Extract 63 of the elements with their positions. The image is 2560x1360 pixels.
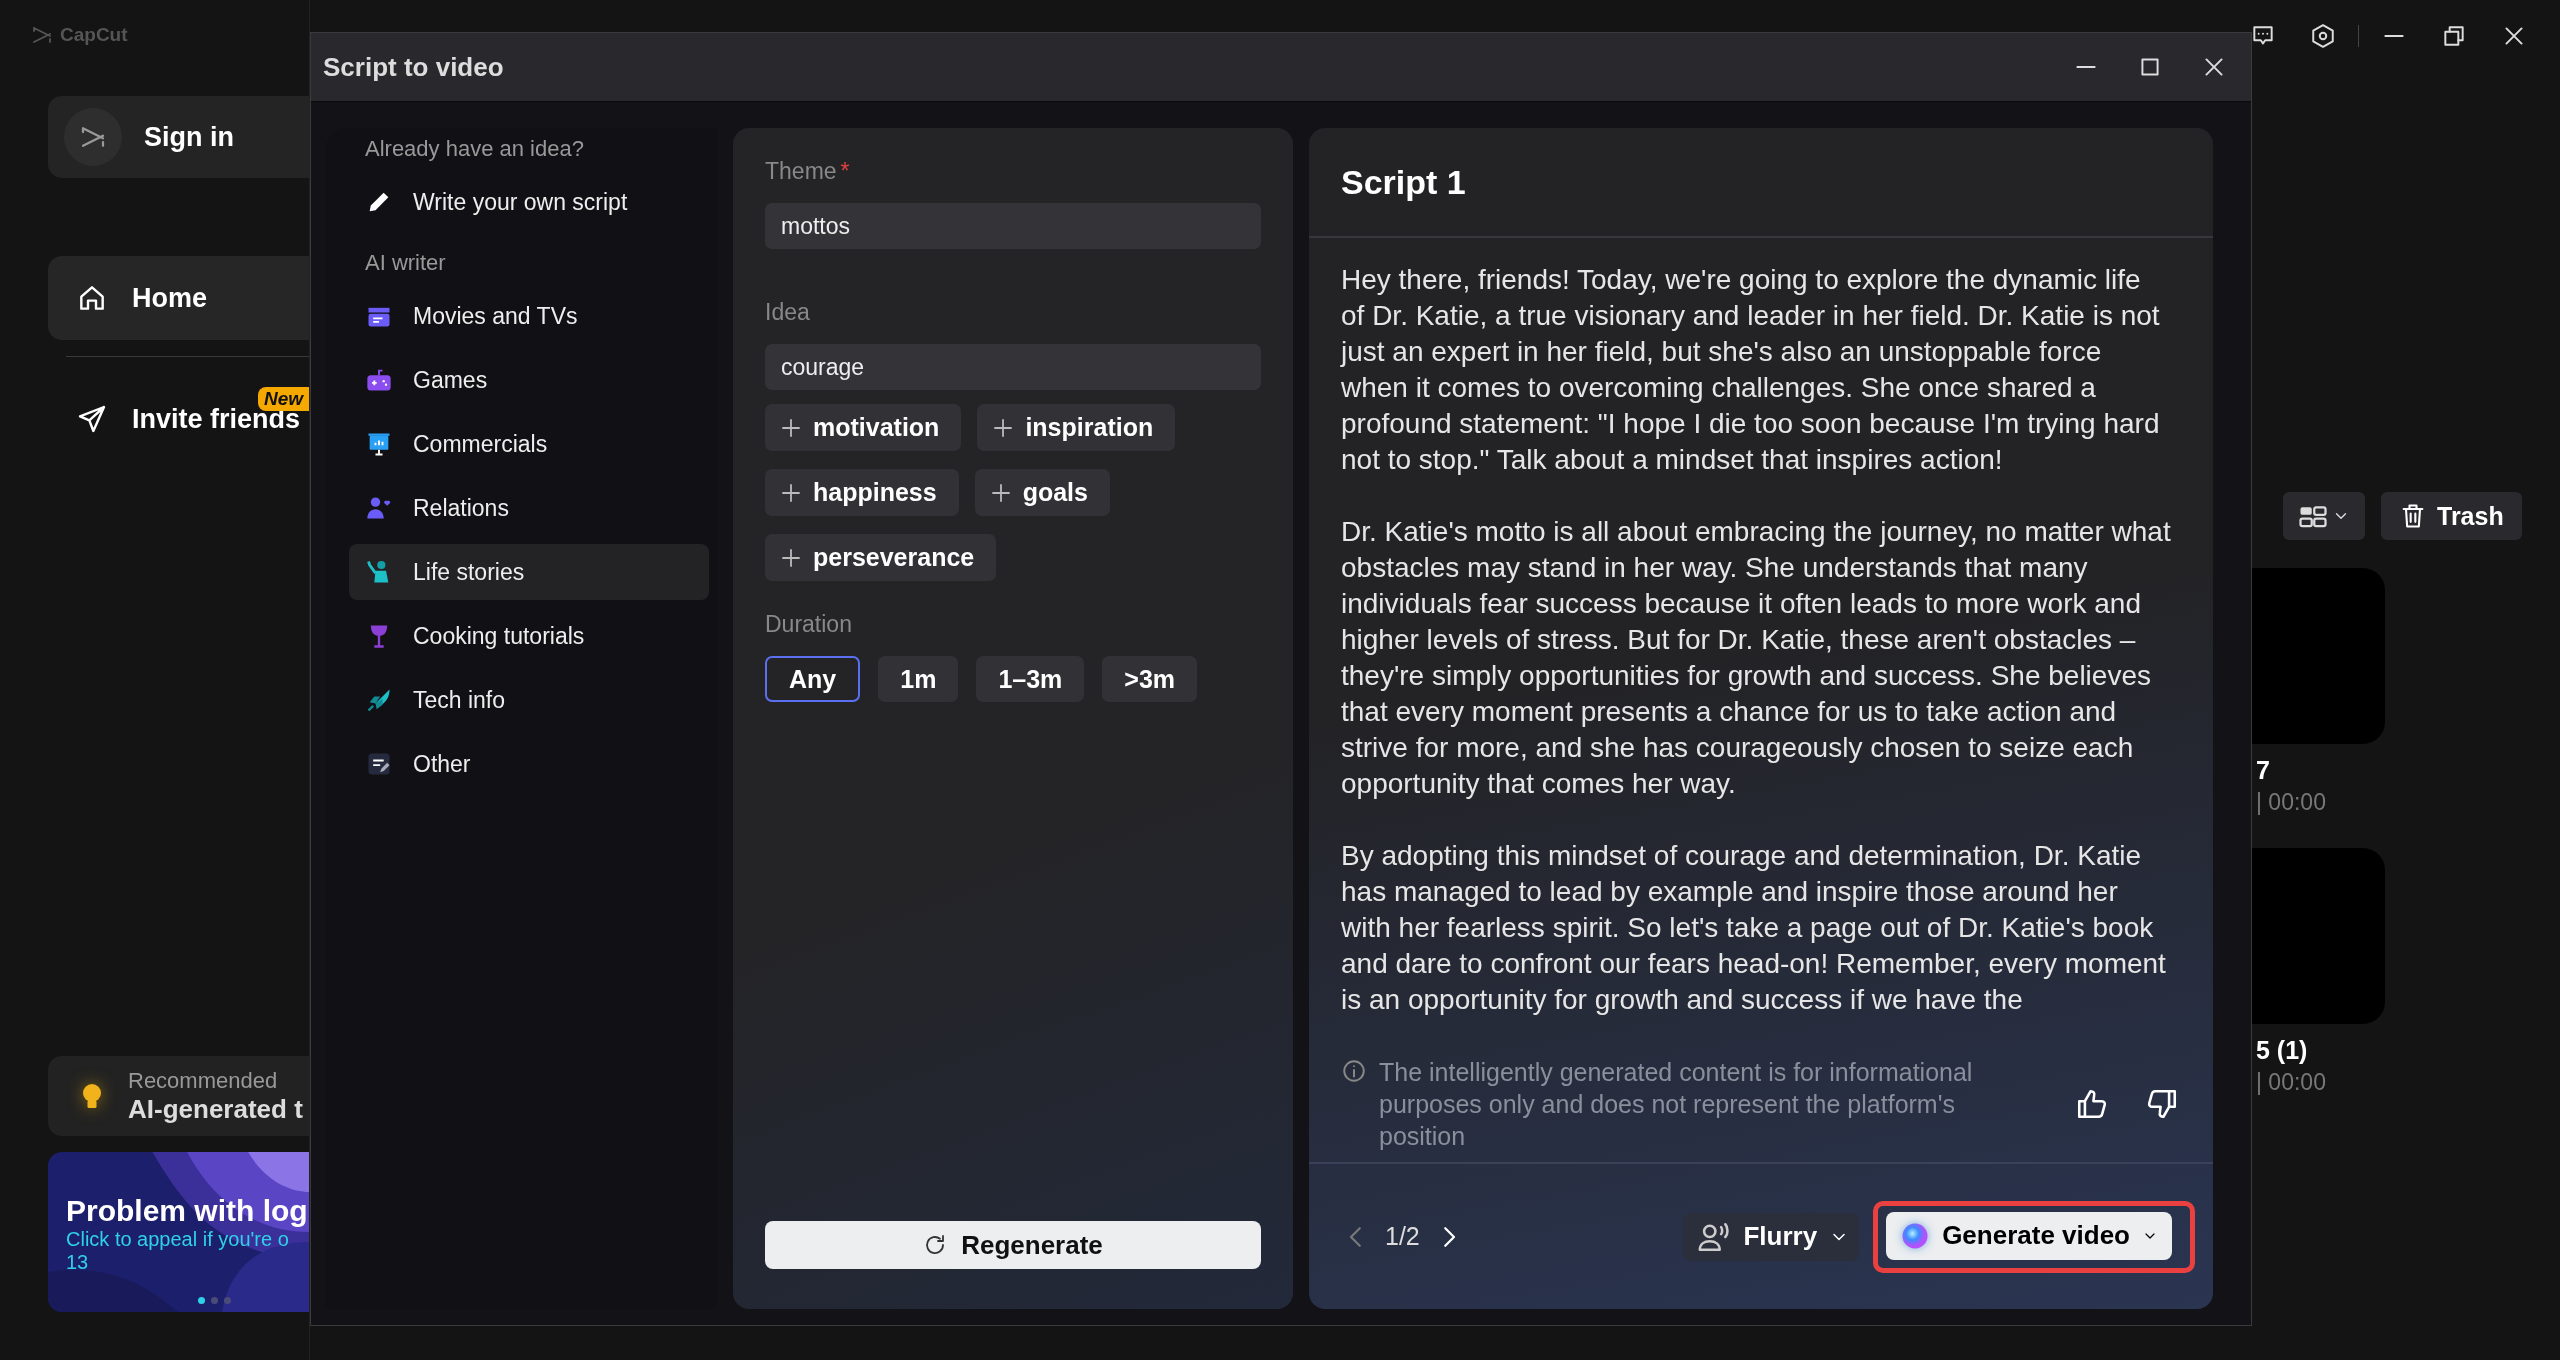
sidebar-item[interactable]: Cooking tutorials <box>349 608 709 664</box>
project-duration: | 00:00 <box>2255 789 2327 816</box>
logo-text: CapCut <box>60 24 128 46</box>
required-mark: * <box>840 158 850 185</box>
info-icon <box>1341 1058 1367 1084</box>
script-paragraph: By adopting this mindset of courage and determination, Dr. Katie has managed to lead by example and inspire those around her with her fearless spirit. So let's take a page out of Dr. Katie's book and dare to confront our fears head-on! Remember, every moment is an opportunity for growth and success if we have the <box>1341 839 2167 1017</box>
script-paragraph: Hey there, friends! Today, we're going to explore the dynamic life of Dr. Katie, a true visionary and leader in her field. Dr. Katie is not just an expert in her field, but she's also an unstoppable force when it comes to overcoming challenges. She once shared a profound statement: "I hope I die too soon because I'm trying hard not to stop." Talk about a mindset that inspires action! <box>1341 263 2161 477</box>
view-toggle-button[interactable] <box>2283 492 2365 540</box>
field-label: Duration <box>765 611 853 638</box>
field-label: Theme <box>765 158 837 185</box>
suggestion-chip[interactable]: inspiration <box>977 404 1176 451</box>
regenerate-button[interactable]: Regenerate <box>765 1221 1261 1269</box>
project-title: 5 (1) <box>2255 1036 2309 1065</box>
dialog-title: Script to video <box>323 51 504 83</box>
banner-text: 13 <box>66 1251 90 1274</box>
duration-option[interactable]: >3m <box>1102 656 1198 702</box>
section-heading: Already have an idea? <box>364 135 585 163</box>
theme-field[interactable]: mottos <box>765 203 1261 249</box>
page-counter: 1/2 <box>1385 1222 1420 1251</box>
sidebar-item[interactable]: Games <box>349 352 709 408</box>
sidebar-item[interactable]: Relations <box>349 480 709 536</box>
disclaimer-text: The intelligently generated content is for informational purposes only and does not represent the platform's position <box>1379 1057 1974 1152</box>
restore-icon[interactable] <box>2441 23 2467 49</box>
carousel-dots[interactable] <box>198 1297 231 1304</box>
paper-plane-icon <box>76 403 108 435</box>
script-paragraph: Dr. Katie's motto is all about embracing the journey, no matter what obstacles may stand in her way. She understands that many individuals fear success because it often leads to more work and higher levels of stress. But for Dr. Katie, these aren't obstacles – they're simply opportunities for growth and success. She believes that every moment presents a chance for us to take action and strive for more, and she has courageously chosen to seize each opportunity that comes her way. <box>1341 515 2171 801</box>
suggestion-chip[interactable]: happiness <box>765 469 959 516</box>
sidebar-item[interactable]: Tech info <box>349 672 709 728</box>
voice-button[interactable]: Flurry <box>1683 1212 1860 1261</box>
duration-option[interactable]: 1m <box>878 656 959 702</box>
thumbs-down-icon[interactable] <box>2145 1087 2179 1121</box>
field-label: Idea <box>765 299 811 326</box>
suggestion-chip[interactable]: motivation <box>765 404 962 451</box>
banner-title: Problem with log <box>66 1194 309 1228</box>
trash-button[interactable]: Trash <box>2381 492 2522 540</box>
nav-item[interactable]: Home <box>48 256 309 340</box>
thumbs-up-icon[interactable] <box>2075 1087 2109 1121</box>
section-heading: AI writer <box>364 249 447 277</box>
suggestion-chip[interactable]: goals <box>974 469 1110 516</box>
recommendation-title: AI-generated t <box>128 1093 303 1125</box>
script-title: Script 1 <box>1341 162 1466 202</box>
new-badge: New <box>257 387 309 411</box>
recommendation-card[interactable]: Recommended AI-generated t <box>48 1056 309 1136</box>
sidebar-item[interactable]: Life stories <box>349 544 709 600</box>
project-thumbnail[interactable] <box>2250 568 2385 744</box>
sidebar-item[interactable]: Commercials <box>349 416 709 472</box>
project-duration: | 00:00 <box>2255 1069 2327 1096</box>
generate-video-button[interactable]: Generate video <box>1886 1211 2172 1260</box>
sign-in-button[interactable]: Sign in <box>48 96 309 178</box>
idea-field[interactable]: courage <box>765 344 1261 390</box>
project-title: 7 <box>2255 756 2271 785</box>
sidebar-item[interactable]: Movies and TVs <box>349 288 709 344</box>
recommendation-label: Recommended <box>128 1067 279 1094</box>
appeal-link[interactable]: Click to appeal if you're o <box>66 1228 309 1251</box>
suggestion-chip[interactable]: perseverance <box>765 534 997 581</box>
settings-icon[interactable] <box>2310 23 2336 49</box>
duration-option[interactable]: Any <box>765 656 861 702</box>
sidebar-item[interactable]: Other <box>349 736 709 792</box>
duration-option[interactable]: 1–3m <box>976 656 1085 702</box>
sidebar-item[interactable]: Write your own script <box>349 174 709 230</box>
promo-banner[interactable]: Problem with log Click to appeal if you're o 13 <box>48 1152 309 1312</box>
nav-item[interactable]: Invite friends New <box>48 377 309 461</box>
project-thumbnail[interactable] <box>2250 848 2385 1024</box>
